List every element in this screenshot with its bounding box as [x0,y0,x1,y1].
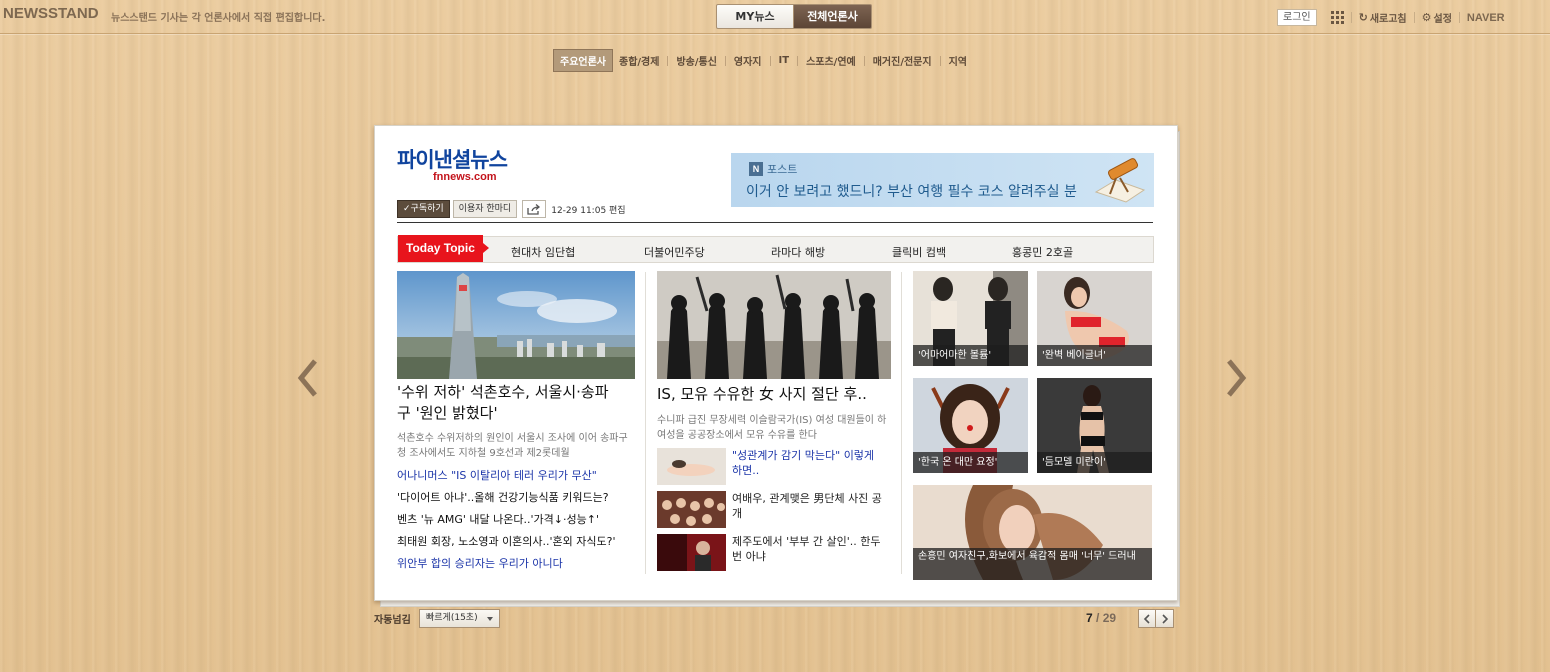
list-item[interactable]: 최태원 회장, 노소영과 이혼의사..'혼외 자식도?' [397,531,642,553]
chevron-down-icon [487,617,493,621]
auto-advance-value: 빠르게(15초) [426,613,478,623]
next-page-arrow[interactable] [1224,358,1248,398]
today-topic-bar: Today Topic 현대차 임단협 더불어민주당 라마다 해방 클릭비 컴백… [397,235,1154,263]
auto-advance-select[interactable]: 빠르게(15초) [419,609,500,628]
top-tools: 로그인 ↻ 새로고침 ⚙ 설정 NAVER [1277,9,1505,26]
divider [1458,12,1460,23]
settings-button[interactable]: ⚙ 설정 [1422,10,1452,25]
main-photo-seoul-skyline[interactable] [397,271,635,379]
refresh-button[interactable]: ↻ 새로고침 [1359,10,1407,25]
page-total: 29 [1102,611,1117,625]
chevron-left-icon [1143,613,1150,624]
chevron-right-icon [1161,613,1168,624]
gallery-caption: 손흥민 여자친구,화보에서 육감적 몸매 '너무' 드러내 [913,548,1152,580]
gallery-item[interactable]: '어마어마한 볼륨' [913,271,1028,366]
share-icon [527,203,541,215]
list-item[interactable]: 여배우, 관계맺은 男단체 사진 공개 [657,491,886,528]
publisher-url: fnnews.com [433,171,497,183]
category-tab-broadcast[interactable]: 방송/통신 [673,50,719,71]
gallery-item-wide[interactable]: 손흥민 여자친구,화보에서 육감적 몸매 '너무' 드러내 [913,485,1152,580]
list-item[interactable]: 제주도에서 '부부 간 살인'.. 한두 번 아냐 [657,534,886,571]
category-tabs: 주요언론사 종합/경제 방송/통신 영자지 IT 스포츠/연예 매거진/전문지 … [553,49,970,72]
list-item[interactable]: 벤츠 '뉴 AMG' 내달 나온다..'가격↓·성능↑' [397,509,642,531]
topic-item[interactable]: 홍콩민 2호골 [1012,244,1073,260]
banner-label: 포스트 [767,163,798,176]
reader-comment-button[interactable]: 이용자 한마디 [452,200,518,218]
topic-item[interactable]: 현대차 임단협 [511,244,575,260]
thumb-headline: 여배우, 관계맺은 男단체 사진 공개 [732,492,882,520]
edit-timestamp: 12-29 11:05 편집 [551,205,626,216]
category-tab-major[interactable]: 주요언론사 [553,49,613,72]
thumb-headline: "성관계가 감기 막는다" 이렇게 하면.. [732,449,875,477]
tagline: 뉴스스탠드 기사는 각 언론사에서 직접 편집합니다. [111,13,326,24]
subscribe-button[interactable]: ✓구독하기 [397,200,450,218]
banner-headline: 이거 안 보려고 했드니? 부산 여행 필수 코스 알려주실 분 [746,184,1077,200]
gallery-caption: '어마어마한 볼륨' [913,345,1028,366]
list-item[interactable]: "성관계가 감기 막는다" 이렇게 하면.. [657,448,886,485]
topic-item[interactable]: 라마다 해방 [771,244,825,260]
prev-page-button[interactable] [1138,609,1156,628]
gear-icon: ⚙ [1421,11,1432,24]
topic-item[interactable]: 더불어민주당 [644,244,705,260]
chevron-left-icon [297,359,317,397]
list-item[interactable]: 위안부 합의 승리자는 우리가 아니다 [397,553,642,575]
today-topic-tag: Today Topic [398,235,489,262]
secondary-summary: 수니파 급진 무장세력 이슬람국가(IS) 여성 대원들이 하 여성을 공공장소… [657,415,887,441]
thumbnail [657,491,726,528]
refresh-icon: ↻ [1358,11,1368,24]
login-button[interactable]: 로그인 [1277,9,1317,26]
gallery-item[interactable]: '한국 온 대만 요정' [913,378,1028,473]
newsstand-logo[interactable]: NEWSSTAND [3,5,99,22]
category-tab-sports-ent[interactable]: 스포츠/연예 [803,50,859,71]
gallery-item[interactable]: '듬모델 미란이' [1037,378,1152,473]
tab-my-news[interactable]: MY뉴스 [716,4,794,29]
thumb-headline: 제주도에서 '부부 간 살인'.. 한두 번 아냐 [732,535,881,563]
secondary-headline[interactable]: IS, 모유 수유한 女 사지 절단 후.. [657,384,897,405]
category-tab-english[interactable]: 영자지 [731,50,765,71]
list-item[interactable]: '다이어트 아냐'..올해 건강기능식품 키워드는? [397,487,642,509]
gallery-item[interactable]: '완벽 베이글녀' [1037,271,1152,366]
prev-page-arrow[interactable] [296,358,320,398]
tab-all-publishers[interactable]: 전체언론사 [794,4,872,29]
gallery-caption: '완벽 베이글녀' [1037,345,1152,366]
main-summary: 석촌호수 수위저하의 원인이 서울시 조사에 이어 송파구청 조사에서도 지하철… [397,433,628,459]
page-indicator: 7 / 29 [1086,611,1116,625]
next-page-button[interactable] [1156,609,1174,628]
category-tab-magazine[interactable]: 매거진/전문지 [870,50,935,71]
page-current: 7 [1086,611,1093,625]
category-tab-local[interactable]: 지역 [946,50,970,71]
publisher-actions: ✓구독하기 이용자 한마디 12-29 11:05 편집 [397,200,626,218]
publisher-card: 파이낸셜뉴스 fnnews.com ✓구독하기 이용자 한마디 12-29 11… [374,125,1178,601]
grid-view-icon[interactable] [1330,11,1344,24]
category-tab-it[interactable]: IT [776,52,793,69]
top-bar: NEWSSTAND 뉴스스탠드 기사는 각 언론사에서 직접 편집합니다. MY… [0,0,1550,34]
publisher-logo[interactable]: 파이낸셜뉴스 fnnews.com [397,148,508,183]
gallery-caption: '듬모델 미란이' [1037,452,1152,473]
refresh-label: 새로고침 [1369,14,1407,25]
headline-list: 어나니머스 "IS 이탈리아 테러 우리가 무산" '다이어트 아냐'..올해 … [397,465,642,575]
divider [1350,12,1352,23]
settings-label: 설정 [1433,14,1452,25]
main-photo-is-fighters[interactable] [657,271,891,379]
thumbnail [657,534,726,571]
thumbnail [657,448,726,485]
publisher-name: 파이낸셜뉴스 [397,148,508,172]
topic-item[interactable]: 클릭비 컴백 [892,244,946,260]
category-tab-general-economy[interactable]: 종합/경제 [616,50,662,71]
list-item[interactable]: 어나니머스 "IS 이탈리아 테러 우리가 무산" [397,465,642,487]
naver-post-badge: N [749,162,763,176]
telescope-icon [1094,158,1146,203]
main-headline[interactable]: '수위 저하' 석촌호수, 서울시·송파 구 '원인 밝혔다' [397,382,642,424]
naver-link[interactable]: NAVER [1467,12,1505,24]
post-ad-banner[interactable]: N 포스트 이거 안 보려고 했드니? 부산 여행 필수 코스 알려주실 분 [731,153,1154,207]
page-separator: / [1092,611,1103,625]
chevron-right-icon [1227,359,1247,397]
divider [1413,12,1415,23]
view-toggle: MY뉴스 전체언론사 [716,4,872,29]
share-button[interactable] [522,200,547,218]
auto-advance-label: 자동넘김 [374,615,411,626]
gallery-caption: '한국 온 대만 요정' [913,452,1028,473]
pager-buttons [1138,609,1174,628]
